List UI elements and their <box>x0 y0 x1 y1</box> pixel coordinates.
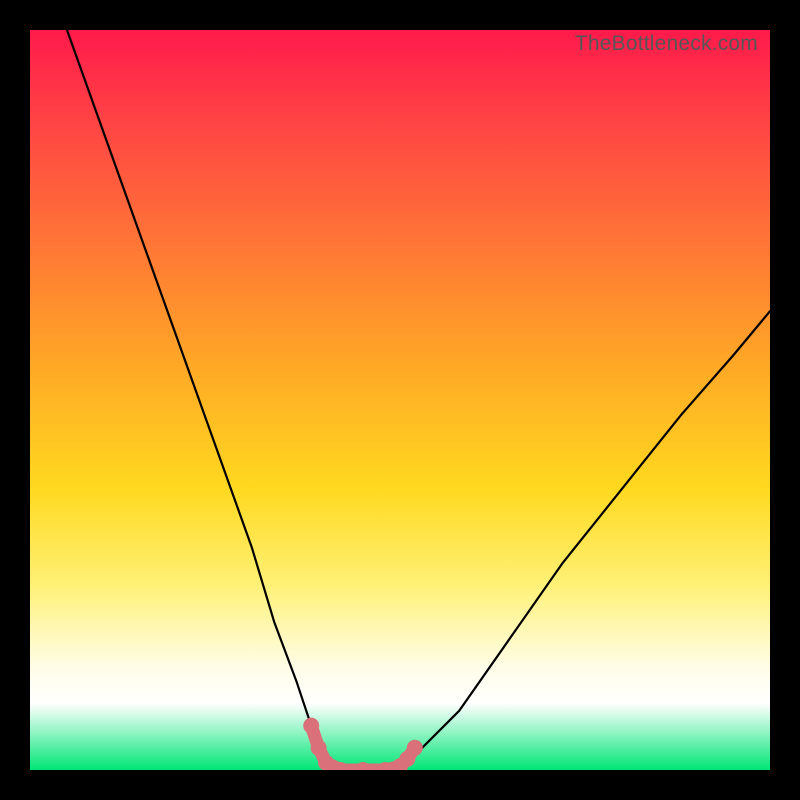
chart-frame: TheBottleneck.com <box>0 0 800 800</box>
marker-dot <box>355 762 371 770</box>
plot-area: TheBottleneck.com <box>30 30 770 770</box>
marker-dot <box>407 740 423 756</box>
flat-bottom-marker-dots <box>303 718 423 770</box>
chart-svg <box>30 30 770 770</box>
bottleneck-curve-path <box>67 30 770 770</box>
marker-dot <box>311 740 327 756</box>
marker-dot <box>318 755 334 770</box>
marker-dot <box>303 718 319 734</box>
